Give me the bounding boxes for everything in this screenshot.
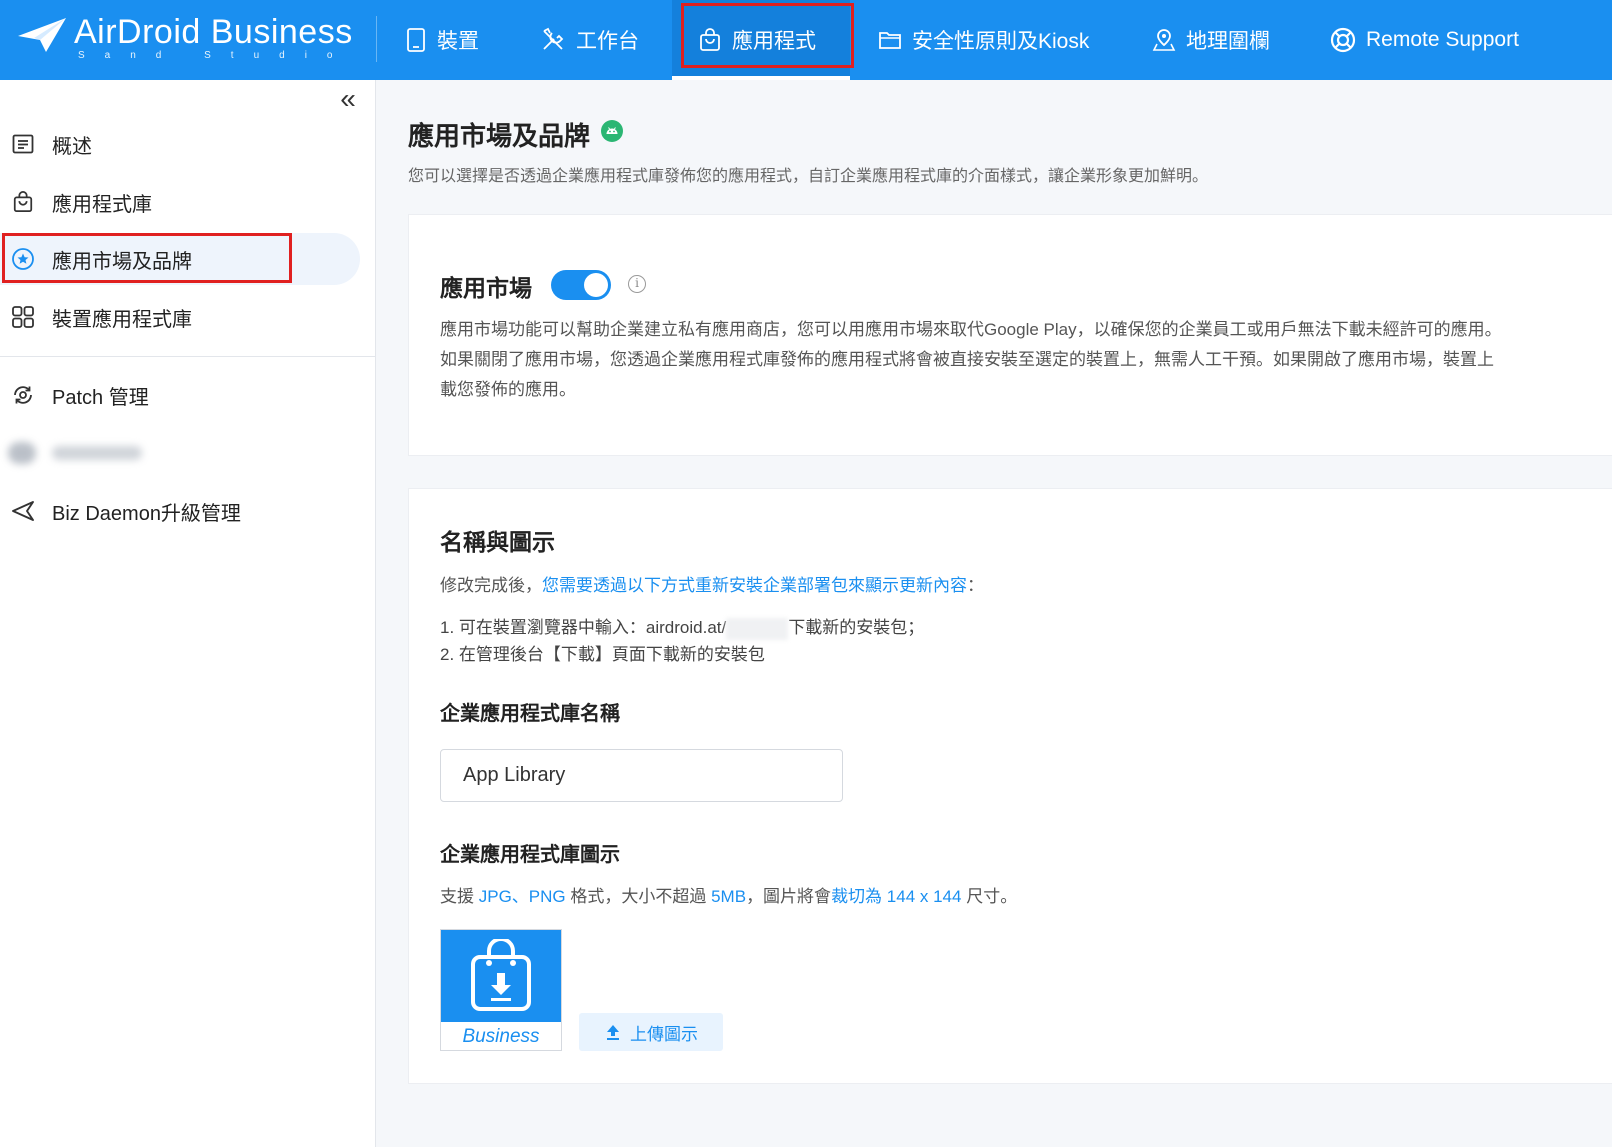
- hint-prefix: 修改完成後，: [440, 576, 542, 595]
- step-2: 2. 在管理後台【下載】頁面下載新的安裝包: [440, 645, 765, 664]
- icon-support-text: 支援 JPG、PNG 格式，大小不超過 5MB，圖片將會裁切為 144 x 14…: [440, 882, 1017, 907]
- lifebuoy-icon: [1330, 27, 1356, 53]
- sidebar-item-overview[interactable]: 概述: [0, 118, 360, 170]
- grid-icon: [10, 304, 36, 330]
- nav-remote-support-label: Remote Support: [1366, 28, 1519, 51]
- support-text: 支援: [440, 887, 479, 906]
- sidebar-item-device-app-library[interactable]: 裝置應用程式庫: [0, 291, 360, 343]
- page-description: 您可以選擇是否透過企業應用程式庫發佈您的應用程式，自訂企業應用程式庫的介面樣式，…: [408, 168, 1209, 185]
- download-bag-icon: [471, 939, 531, 1011]
- sidebar-item-label: 概述: [52, 135, 92, 158]
- library-name-input[interactable]: [440, 749, 843, 802]
- page-title-text: 應用市場及品牌: [408, 121, 591, 151]
- sidebar-item-label: Patch 管理: [52, 386, 149, 409]
- support-png: PNG: [528, 887, 566, 906]
- shopping-bag-icon: [700, 28, 720, 51]
- step-1-text: 1. 可在裝置瀏覽器中輸入：airdroid.at/: [440, 618, 727, 637]
- hint-link[interactable]: 您需要透過以下方式重新安裝企業部署包來顯示更新內容: [542, 576, 967, 595]
- nav-devices[interactable]: 裝置: [405, 0, 479, 80]
- upload-button-label: 上傳圖示: [630, 1024, 698, 1044]
- list-icon: [10, 131, 36, 157]
- support-sep: 、: [511, 887, 529, 906]
- support-text: 格式，大小不超過: [565, 887, 712, 906]
- nav-workbench[interactable]: 工作台: [540, 0, 639, 80]
- paper-plane-icon: [10, 498, 36, 524]
- upload-icon-button[interactable]: 上傳圖示: [579, 1013, 723, 1051]
- app-icon-background: [441, 930, 561, 1022]
- nav-geofence-label: 地理圍欄: [1186, 30, 1270, 53]
- patch-refresh-icon: [10, 382, 36, 408]
- airdroid-logo[interactable]: AirDroid Business Sand Studio: [16, 14, 352, 66]
- active-tab-underline: [672, 76, 850, 80]
- star-circle-icon: [10, 246, 36, 272]
- support-size: 5MB: [711, 887, 747, 906]
- nav-policy-label: 安全性原則及Kiosk: [912, 30, 1090, 53]
- sidebar-item-biz-daemon[interactable]: Biz Daemon升級管理: [0, 485, 360, 537]
- nav-remote-support[interactable]: Remote Support: [1330, 0, 1519, 80]
- folder-icon: [879, 32, 901, 49]
- page-title: 應用市場及品牌: [408, 116, 624, 153]
- library-name-label: 企業應用程式庫名稱: [440, 703, 620, 725]
- sidebar-item-patch[interactable]: Patch 管理: [0, 369, 360, 421]
- blurred-sidebar-item: [8, 440, 148, 466]
- info-icon[interactable]: i: [628, 275, 646, 293]
- branding-title: 名稱與圖示: [440, 529, 555, 555]
- reinstall-hint: 修改完成後，您需要透過以下方式重新安裝企業部署包來顯示更新內容：: [440, 571, 984, 596]
- geofence-icon: [1152, 29, 1176, 51]
- sidebar-item-label: 應用程式庫: [52, 193, 152, 216]
- nav-devices-label: 裝置: [437, 30, 479, 53]
- tools-icon: [543, 27, 564, 50]
- top-navigation-bar: AirDroid Business Sand Studio 裝置 工作台 應用程…: [0, 0, 1612, 80]
- toggle-knob: [584, 273, 608, 297]
- sidebar-item-label: 應用市場及品牌: [52, 250, 192, 273]
- nav-workbench-label: 工作台: [576, 30, 639, 53]
- brand-name: AirDroid Business: [74, 13, 353, 51]
- app-market-title: 應用市場: [440, 275, 532, 301]
- sidebar-item-label: 裝置應用程式庫: [52, 308, 192, 331]
- hint-suffix: ：: [967, 576, 984, 595]
- device-icon: [407, 28, 425, 52]
- icon-caption: Business: [462, 1026, 540, 1047]
- paper-plane-icon: [18, 18, 66, 52]
- support-text: ，圖片將會: [746, 887, 832, 906]
- android-icon: [600, 119, 624, 150]
- support-crop: 裁切為 144 x 144: [831, 887, 962, 906]
- sidebar-item-app-library[interactable]: 應用程式庫: [0, 176, 360, 228]
- step-1: 1. 可在裝置瀏覽器中輸入：airdroid.at/下載新的安裝包；: [440, 613, 924, 640]
- sidebar-item-label: Biz Daemon升級管理: [52, 502, 241, 525]
- market-desc-line3: 載您發佈的應用。: [440, 380, 576, 399]
- nav-policy[interactable]: 安全性原則及Kiosk: [878, 0, 1089, 80]
- collapse-sidebar-button[interactable]: «: [334, 85, 362, 114]
- shopping-bag-icon: [10, 189, 36, 215]
- app-market-toggle[interactable]: [551, 270, 611, 300]
- market-desc-line2: 如果關閉了應用市場，您透過企業應用程式庫發佈的應用程式將會被直接安裝至選定的裝置…: [440, 350, 1494, 369]
- upload-icon: [607, 1025, 619, 1040]
- brand-sub: Sand Studio: [78, 50, 353, 61]
- nav-geofence[interactable]: 地理圍欄: [1152, 0, 1270, 80]
- support-text: 尺寸。: [961, 887, 1018, 906]
- library-icon-label: 企業應用程式庫圖示: [440, 844, 620, 866]
- sidebar-item-app-market-branding[interactable]: 應用市場及品牌: [0, 233, 360, 285]
- top-divider: [376, 16, 377, 62]
- redacted-code: [726, 617, 789, 640]
- sidebar-divider: [0, 356, 376, 357]
- market-desc-line1: 應用市場功能可以幫助企業建立私有應用商店，您可以用應用市場來取代Google P…: [440, 320, 1502, 339]
- nav-apps[interactable]: 應用程式: [672, 0, 850, 80]
- step-1-tail: 下載新的安裝包；: [788, 618, 925, 637]
- support-jpg: JPG: [478, 887, 512, 906]
- library-icon-preview: Business: [440, 929, 562, 1051]
- nav-apps-label: 應用程式: [732, 30, 816, 53]
